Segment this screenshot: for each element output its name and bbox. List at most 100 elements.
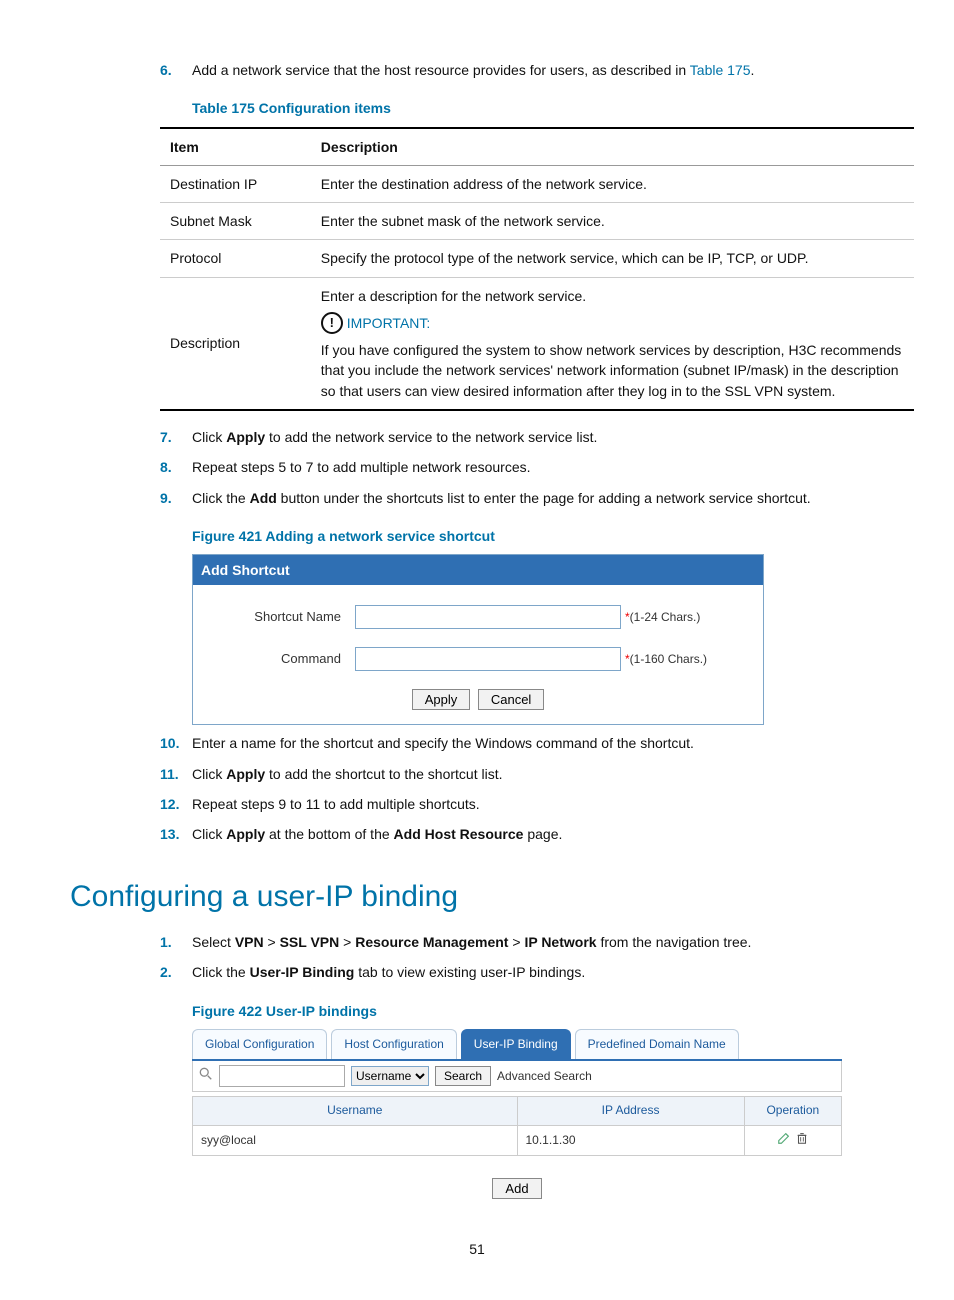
step-text: tab to view existing user-IP bindings. [354,964,585,980]
cell-desc: Enter the subnet mask of the network ser… [311,203,914,240]
table-175-caption: Table 175 Configuration items [192,98,854,118]
step-text: to add the shortcut to the shortcut list… [265,766,502,782]
step-text: Click [192,826,226,842]
step-number: 10. [160,733,179,753]
shortcut-name-input[interactable] [355,605,621,629]
desc-intro: Enter a description for the network serv… [321,286,904,306]
cell-item: Description [160,277,311,410]
step-9: 9. Click the Add button under the shortc… [100,488,854,508]
step-text: > [508,934,524,950]
step-text: Add a network service that the host reso… [192,62,690,78]
user-ip-binding-panel: Global Configuration Host Configuration … [192,1029,842,1199]
important-callout: ! IMPORTANT: [321,312,904,334]
search-field-select[interactable]: Username [351,1066,429,1086]
step-6: 6. Add a network service that the host r… [100,60,854,80]
tab-host-configuration[interactable]: Host Configuration [331,1029,456,1059]
search-button[interactable]: Search [435,1066,491,1086]
step-text: Click the [192,964,250,980]
step-12: 12. Repeat steps 9 to 11 to add multiple… [100,794,854,814]
col-ip-address: IP Address [517,1097,744,1125]
apply-button[interactable]: Apply [412,689,471,710]
step-number: 2. [160,962,172,982]
step-number: 6. [160,60,172,80]
col-operation: Operation [744,1097,841,1125]
command-input[interactable] [355,647,621,671]
cell-ip: 10.1.1.30 [517,1125,744,1155]
step-bold: Add [250,490,277,506]
figure-421-caption: Figure 421 Adding a network service shor… [192,526,854,546]
important-text: If you have configured the system to sho… [321,340,904,401]
table-row: Subnet Mask Enter the subnet mask of the… [160,203,914,240]
tab-user-ip-binding[interactable]: User-IP Binding [461,1029,571,1059]
step-7: 7. Click Apply to add the network servic… [100,427,854,447]
step-bold: Apply [226,766,265,782]
step-text: from the navigation tree. [597,934,752,950]
section-heading: Configuring a user-IP binding [70,875,854,919]
step-text: Click [192,766,226,782]
cell-item: Subnet Mask [160,203,311,240]
step-bold: User-IP Binding [250,964,355,980]
step-text: page. [523,826,562,842]
advanced-search-link[interactable]: Advanced Search [497,1068,592,1085]
step-number: 9. [160,488,172,508]
cell-desc: Specify the protocol type of the network… [311,240,914,277]
breadcrumb-part: Resource Management [355,934,508,950]
step-text: > [339,934,355,950]
search-icon [199,1066,213,1086]
tab-predefined-domain-name[interactable]: Predefined Domain Name [575,1029,739,1059]
step-13: 13. Click Apply at the bottom of the Add… [100,824,854,844]
command-label: Command [221,650,355,669]
step-number: 1. [160,932,172,952]
step-8: 8. Repeat steps 5 to 7 to add multiple n… [100,457,854,477]
table-175: Item Description Destination IP Enter th… [160,127,914,411]
edit-icon[interactable] [777,1131,791,1150]
step-text: Click the [192,490,250,506]
search-input[interactable] [219,1065,345,1087]
table-row: syy@local 10.1.1.30 [193,1125,842,1155]
add-shortcut-panel: Add Shortcut Shortcut Name *(1-24 Chars.… [192,554,764,725]
step-number: 11. [160,764,179,784]
step-number: 12. [160,794,179,814]
cell-desc: Enter the destination address of the net… [311,165,914,202]
step-text: Repeat steps 9 to 11 to add multiple sho… [192,796,480,812]
delete-icon[interactable] [795,1131,809,1150]
step-number: 7. [160,427,172,447]
step-11: 11. Click Apply to add the shortcut to t… [100,764,854,784]
step-number: 13. [160,824,179,844]
step-text: button under the shortcuts list to enter… [277,490,811,506]
step-text: Enter a name for the shortcut and specif… [192,735,694,751]
page-number: 51 [100,1239,854,1259]
step-text: Repeat steps 5 to 7 to add multiple netw… [192,459,531,475]
table-175-link[interactable]: Table 175 [690,62,751,78]
col-username: Username [193,1097,518,1125]
add-shortcut-title: Add Shortcut [193,555,763,585]
step-text: Select [192,934,235,950]
breadcrumb-part: SSL VPN [280,934,340,950]
user-ip-table: Username IP Address Operation syy@local … [192,1096,842,1156]
step-c2: 2. Click the User-IP Binding tab to view… [100,962,854,982]
cell-username: syy@local [193,1125,518,1155]
command-hint: (1-160 Chars.) [630,652,707,666]
breadcrumb-part: IP Network [524,934,596,950]
cancel-button[interactable]: Cancel [478,689,544,710]
add-button[interactable]: Add [492,1178,541,1199]
step-text: > [264,934,280,950]
table-row: Description Enter a description for the … [160,277,914,410]
important-label: IMPORTANT: [347,313,431,333]
step-bold: Apply [226,826,265,842]
cell-item: Destination IP [160,165,311,202]
step-bold: Add Host Resource [394,826,524,842]
figure-422-caption: Figure 422 User-IP bindings [192,1001,854,1021]
table-header-description: Description [311,128,914,166]
tab-global-configuration[interactable]: Global Configuration [192,1029,327,1059]
step-text: . [751,62,755,78]
shortcut-name-hint: (1-24 Chars.) [630,610,701,624]
step-10: 10. Enter a name for the shortcut and sp… [100,733,854,753]
breadcrumb-part: VPN [235,934,264,950]
cell-item: Protocol [160,240,311,277]
table-row: Destination IP Enter the destination add… [160,165,914,202]
table-row: Protocol Specify the protocol type of th… [160,240,914,277]
step-number: 8. [160,457,172,477]
important-icon: ! [321,312,343,334]
step-text: at the bottom of the [265,826,393,842]
